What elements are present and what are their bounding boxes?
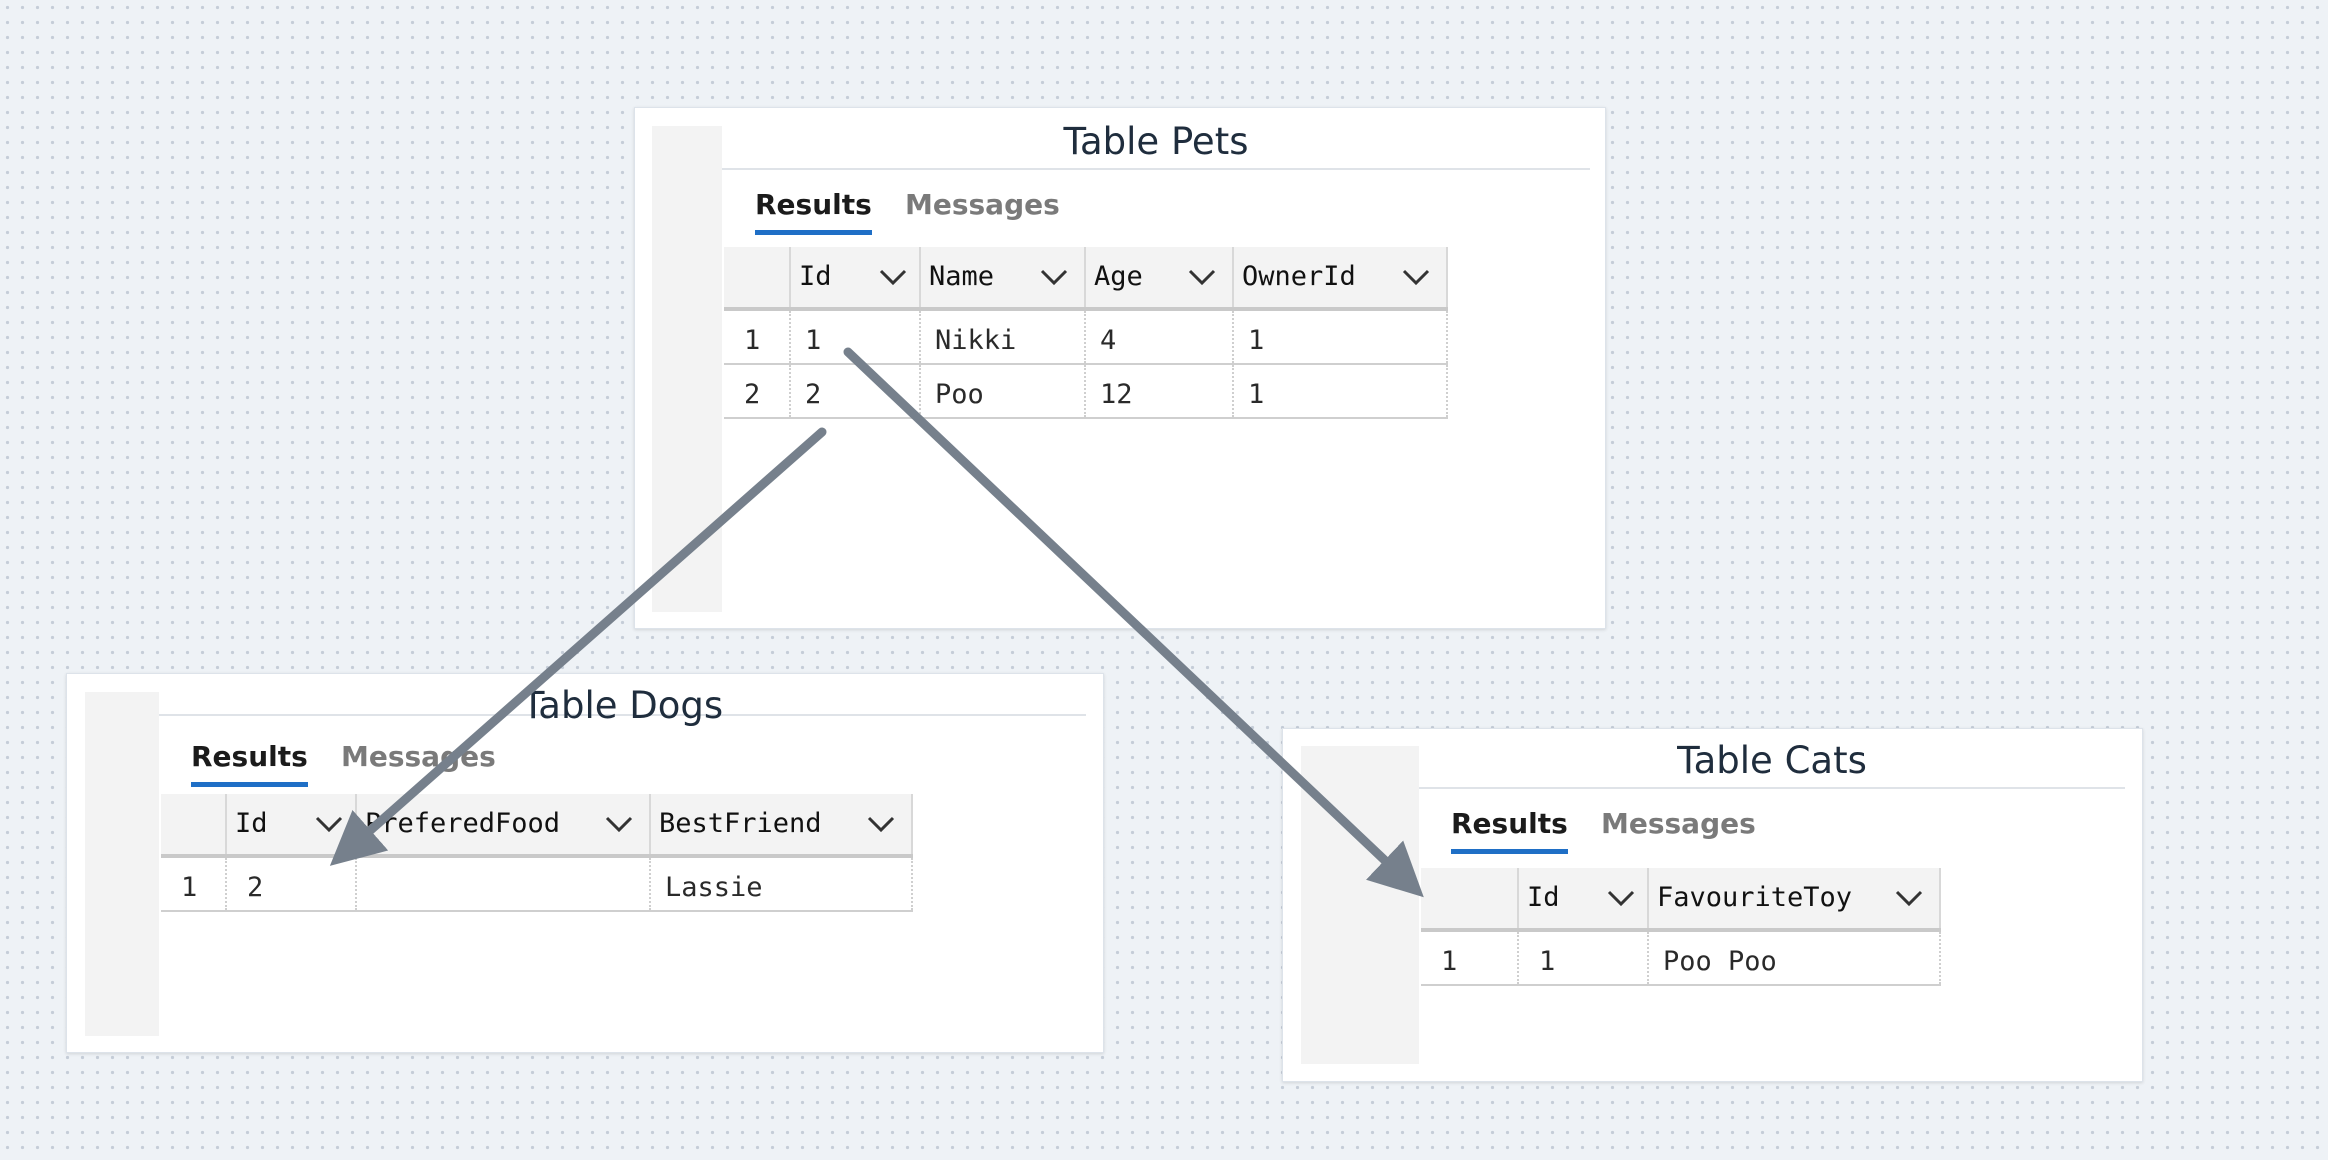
cell-name[interactable]: Nikki <box>921 311 1086 363</box>
row-number: 1 <box>724 311 791 363</box>
cats-side-panel <box>1301 746 1419 1064</box>
header-label: PreferedFood <box>365 808 561 839</box>
pets-tabs: Results Messages <box>755 180 1155 242</box>
table-cats-card: Table Cats Results Messages Id Favourite… <box>1282 728 2143 1082</box>
dogs-header-rownum <box>161 794 227 854</box>
chevron-down-icon[interactable] <box>877 261 909 293</box>
header-label: Id <box>235 808 268 839</box>
chevron-down-icon[interactable] <box>1038 261 1070 293</box>
chevron-down-icon[interactable] <box>603 808 635 840</box>
table-row[interactable]: 1 2 Lassie <box>161 858 913 912</box>
dogs-tabs: Results Messages <box>191 732 591 794</box>
cats-header-favouritetoy[interactable]: FavouriteToy <box>1649 868 1941 928</box>
pets-results-grid: Id Name Age OwnerId 1 1 Nikki 4 1 2 2 Po… <box>724 247 1448 527</box>
cats-header-id[interactable]: Id <box>1519 868 1649 928</box>
table-row[interactable]: 1 1 Nikki 4 1 <box>724 311 1448 365</box>
dogs-title-bar: Table Dogs <box>159 674 1086 724</box>
header-label: Id <box>1527 882 1560 913</box>
chevron-down-icon[interactable] <box>1400 261 1432 293</box>
dogs-results-grid: Id PreferedFood BestFriend 1 2 Lassie <box>161 794 913 924</box>
row-number: 1 <box>1421 932 1519 984</box>
pets-header-rownum <box>724 247 791 307</box>
dogs-header-row: Id PreferedFood BestFriend <box>161 794 913 858</box>
cats-tab-messages[interactable]: Messages <box>1601 807 1756 841</box>
pets-header-ownerid[interactable]: OwnerId <box>1234 247 1448 307</box>
dogs-header-id[interactable]: Id <box>227 794 357 854</box>
pets-tab-messages[interactable]: Messages <box>905 188 1060 222</box>
table-pets-card: Table Pets Results Messages Id Name Age … <box>634 107 1606 629</box>
pets-header-name[interactable]: Name <box>921 247 1086 307</box>
table-row[interactable]: 1 1 Poo Poo <box>1421 932 1941 986</box>
cell-age[interactable]: 4 <box>1086 311 1234 363</box>
dogs-tab-results[interactable]: Results <box>191 740 308 787</box>
pets-header-row: Id Name Age OwnerId <box>724 247 1448 311</box>
cats-results-grid: Id FavouriteToy 1 1 Poo Poo <box>1421 868 1941 998</box>
row-number: 2 <box>724 365 791 417</box>
chevron-down-icon[interactable] <box>1605 882 1637 914</box>
header-label: Age <box>1094 261 1143 292</box>
cell-ownerid[interactable]: 1 <box>1234 365 1448 417</box>
row-number: 1 <box>161 858 227 910</box>
pets-header-age[interactable]: Age <box>1086 247 1234 307</box>
pets-header-id[interactable]: Id <box>791 247 921 307</box>
cats-tabs: Results Messages <box>1451 799 1851 861</box>
header-label: Name <box>929 261 995 292</box>
cell-favouritetoy[interactable]: Poo Poo <box>1649 932 1941 984</box>
cats-tab-results[interactable]: Results <box>1451 807 1568 854</box>
chevron-down-icon[interactable] <box>865 808 897 840</box>
cell-id[interactable]: 2 <box>227 858 357 910</box>
header-label: BestFriend <box>659 808 822 839</box>
dogs-header-bestfriend[interactable]: BestFriend <box>651 794 913 854</box>
dogs-tab-messages[interactable]: Messages <box>341 740 496 774</box>
cats-title-bar: Table Cats <box>1419 729 2125 789</box>
cell-ownerid[interactable]: 1 <box>1234 311 1448 363</box>
cell-id[interactable]: 1 <box>791 311 921 363</box>
header-label: Id <box>799 261 832 292</box>
chevron-down-icon[interactable] <box>1893 882 1925 914</box>
chevron-down-icon[interactable] <box>313 808 345 840</box>
pets-tab-results[interactable]: Results <box>755 188 872 235</box>
table-dogs-card: Table Dogs Results Messages Id PreferedF… <box>66 673 1104 1053</box>
header-label: FavouriteToy <box>1657 882 1853 913</box>
cell-name[interactable]: Poo <box>921 365 1086 417</box>
cats-title: Table Cats <box>1677 739 1867 782</box>
dogs-header-preferedfood[interactable]: PreferedFood <box>357 794 651 854</box>
dogs-side-panel <box>85 692 159 1036</box>
cell-id[interactable]: 2 <box>791 365 921 417</box>
pets-title: Table Pets <box>1063 120 1249 163</box>
table-row[interactable]: 2 2 Poo 12 1 <box>724 365 1448 419</box>
cell-bestfriend[interactable]: Lassie <box>651 858 913 910</box>
cell-age[interactable]: 12 <box>1086 365 1234 417</box>
header-label: OwnerId <box>1242 261 1356 292</box>
chevron-down-icon[interactable] <box>1186 261 1218 293</box>
cell-id[interactable]: 1 <box>1519 932 1649 984</box>
cats-header-rownum <box>1421 868 1519 928</box>
pets-title-bar: Table Pets <box>722 108 1590 170</box>
dogs-title: Table Dogs <box>521 684 724 727</box>
cats-header-row: Id FavouriteToy <box>1421 868 1941 932</box>
cell-preferedfood[interactable] <box>357 858 651 910</box>
pets-side-panel <box>652 126 722 612</box>
